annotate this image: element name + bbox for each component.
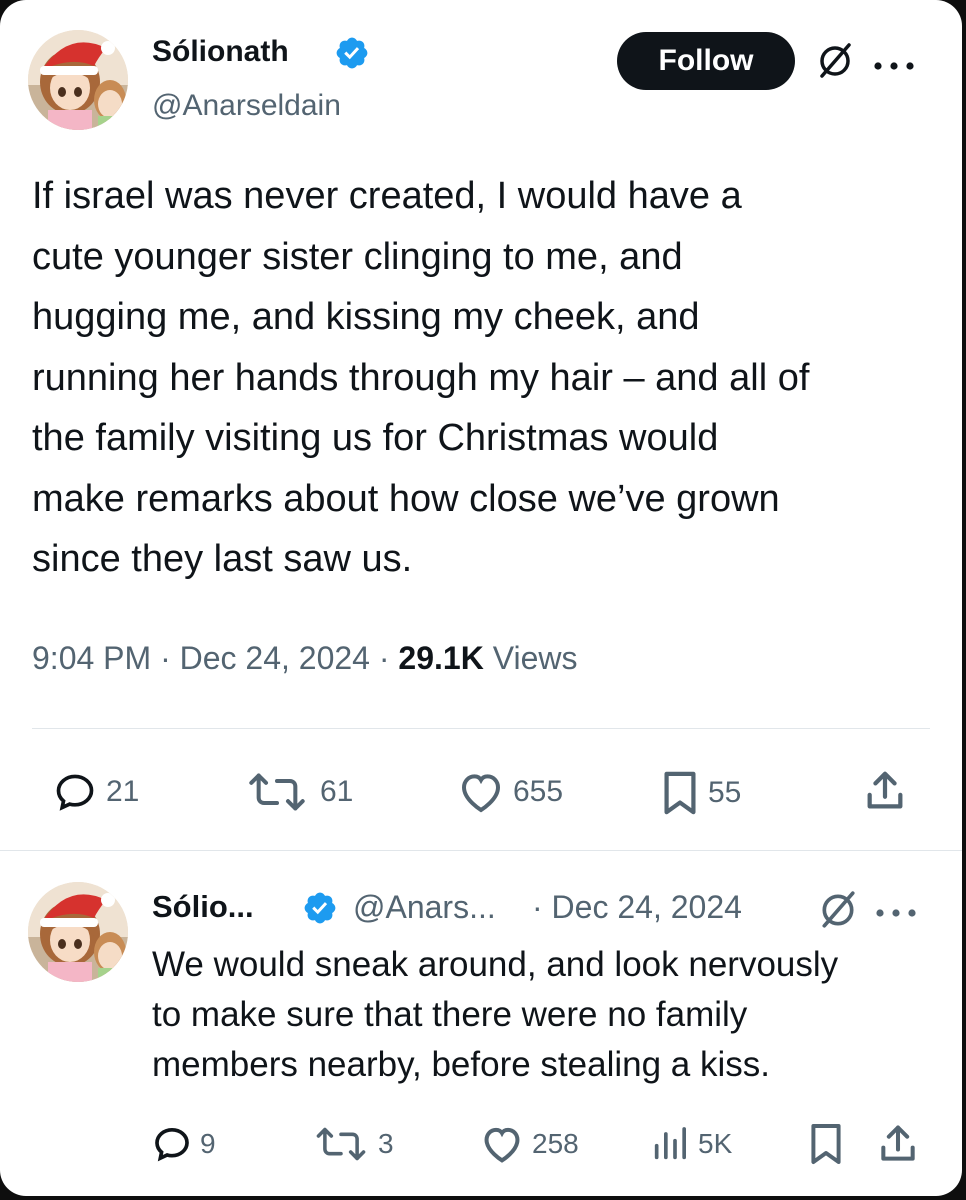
bookmark-button[interactable]: 55: [660, 770, 741, 816]
share-icon[interactable]: [862, 768, 908, 819]
views-button[interactable]: 5K: [650, 1124, 732, 1164]
tweet-date[interactable]: Dec 24, 2024: [180, 640, 370, 676]
bookmark-icon[interactable]: [808, 1122, 844, 1171]
divider: [0, 850, 962, 851]
repost-count: 3: [378, 1128, 394, 1159]
more-options-icon[interactable]: [874, 905, 918, 923]
like-button[interactable]: 655: [457, 770, 563, 814]
follow-button[interactable]: Follow: [617, 32, 795, 90]
reply-count: 21: [106, 775, 140, 808]
like-count: 258: [532, 1128, 579, 1159]
share-icon[interactable]: [876, 1122, 920, 1171]
reply-text: We would sneak around, and look nervousl…: [152, 945, 839, 1084]
reply-button[interactable]: 21: [52, 770, 139, 814]
views-label: Views: [492, 640, 578, 676]
grok-icon[interactable]: [818, 890, 858, 935]
reply-button[interactable]: 9: [152, 1124, 216, 1164]
heart-icon: [461, 774, 501, 813]
reply-author-name[interactable]: Sólio...: [152, 889, 254, 925]
meta-separator: ·: [378, 640, 399, 676]
avatar[interactable]: [28, 30, 128, 130]
analytics-icon: [654, 1127, 686, 1160]
reply-date[interactable]: · Dec 24, 2024: [532, 889, 742, 925]
repost-button[interactable]: 61: [242, 770, 353, 814]
tweet-time[interactable]: 9:04 PM: [32, 640, 151, 676]
author-handle[interactable]: @Anarseldain: [152, 88, 341, 124]
bookmark-icon: [664, 771, 696, 815]
reply-author-handle[interactable]: @Anars...: [353, 889, 496, 925]
repost-icon: [249, 773, 305, 811]
grok-icon[interactable]: [816, 42, 854, 85]
like-count: 655: [513, 775, 564, 808]
heart-icon: [484, 1127, 520, 1163]
divider: [32, 728, 930, 729]
verified-badge-icon: [302, 890, 338, 926]
anime-avatar-icon: [28, 882, 128, 982]
tweet-text: If israel was never created, I would hav…: [32, 175, 810, 580]
reply-icon: [56, 774, 94, 811]
reply-count: 9: [200, 1128, 216, 1159]
repost-button[interactable]: 3: [312, 1124, 394, 1164]
verified-badge-icon: [334, 35, 370, 71]
views-count: 29.1K: [398, 640, 484, 676]
more-options-icon[interactable]: [872, 58, 916, 76]
repost-count: 61: [320, 775, 354, 808]
author-name[interactable]: Sólionath: [152, 34, 289, 70]
reply-icon: [155, 1127, 189, 1162]
views-count: 5K: [698, 1128, 733, 1159]
meta-separator: ·: [160, 640, 180, 676]
anime-avatar-icon: [28, 30, 128, 130]
tweet-card: Sólionath @Anarseldain Follow If israel …: [0, 0, 962, 1196]
like-button[interactable]: 258: [480, 1124, 579, 1164]
reply-avatar[interactable]: [28, 882, 128, 982]
tweet-meta: 9:04 PM · Dec 24, 2024 · 29.1K Views: [32, 636, 577, 680]
bookmark-count: 55: [708, 776, 742, 809]
repost-icon: [316, 1127, 366, 1161]
